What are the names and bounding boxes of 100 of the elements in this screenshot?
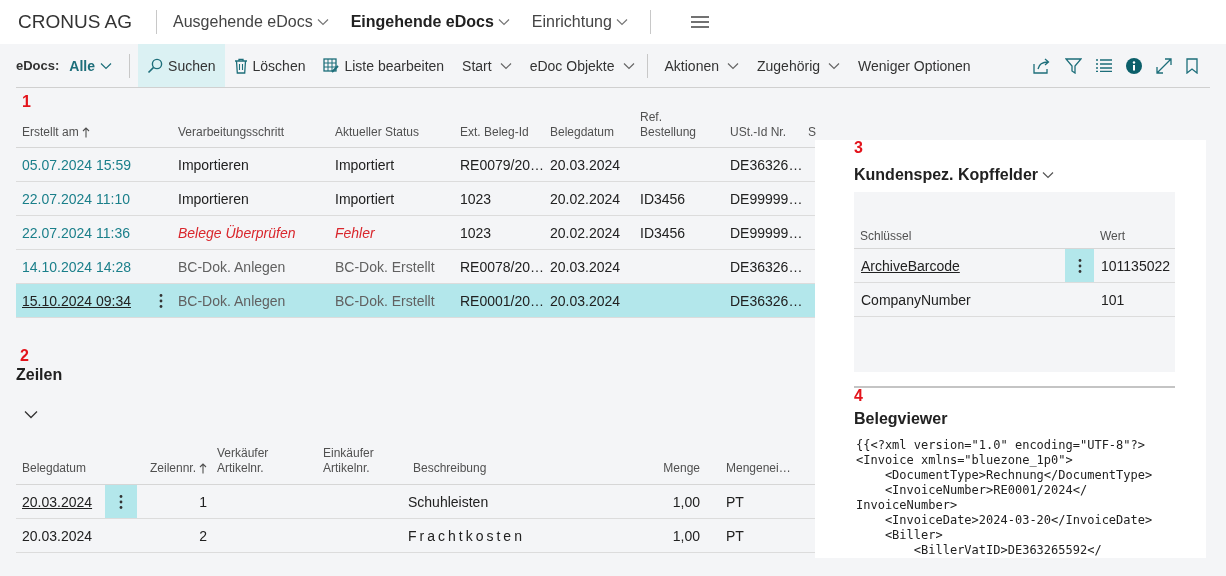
column-header[interactable]: Einkäufer Artikelnr. (306, 446, 396, 476)
column-header[interactable]: Beschreibung (396, 461, 646, 476)
table-row[interactable]: 05.07.2024 15:59 Importieren Importiert RE0079/20… 20.03.2024 DE36326… (16, 148, 815, 182)
sort-ascending-icon (199, 463, 207, 474)
code-line: <InvoiceDate>2024-03-20</InvoiceDate> (883, 513, 1154, 528)
chevron-down-icon (499, 61, 512, 70)
table-cell-text: 20.03.2024 (549, 258, 622, 275)
table-cell-text: RE0001/20… (459, 292, 544, 309)
field-key[interactable]: CompanyNumber (854, 291, 1065, 308)
table-cell-text: 1023 (459, 190, 493, 207)
field-value: 101 (1100, 291, 1126, 308)
section-number: 3 (854, 140, 864, 156)
chevron-down-icon (497, 18, 510, 26)
table-cell-text: 20.03.2024 (549, 156, 622, 173)
toolbar-button[interactable]: Liste bearbeiten (314, 44, 454, 87)
collapse-toggle[interactable] (24, 410, 38, 419)
table-cell-text: 1023 (459, 224, 493, 241)
section-title: Zeilen (16, 366, 64, 384)
table-cell-text: DE36326… (729, 292, 802, 309)
toolbar-button[interactable]: Weniger Optionen (849, 44, 980, 87)
nav-menu[interactable]: Einrichtung (531, 13, 628, 31)
code-line: {{<?xml version="1.0" encoding="UTF-8"?> (856, 438, 1146, 453)
column-header[interactable]: Ref. Bestellung (634, 110, 724, 140)
table-cell-text: BC-Dok. Erstellt (334, 292, 436, 309)
table-row[interactable]: 22.07.2024 11:10 Importieren Importiert 1023 20.02.2024 ID3456 DE99999… (16, 182, 815, 216)
table-cell-text: ID3456 (639, 224, 687, 241)
code-line: <InvoiceNumber>RE0001/2024</ (883, 483, 1089, 498)
filter-dropdown[interactable]: Alle (69, 57, 113, 74)
column-header: Schlüssel (859, 229, 913, 244)
date-link[interactable]: 22.07.2024 11:10 (16, 190, 150, 207)
more-options-icon (159, 292, 163, 309)
table-cell-text: 1,00 (671, 493, 701, 510)
table-cell-text: 1 (198, 493, 208, 510)
toolbar-button[interactable]: Suchen (138, 44, 225, 87)
table-cell-text: DE36326… (729, 258, 802, 275)
column-header[interactable]: Verarbeitungsschritt (172, 125, 329, 140)
table-cell-text: 1,00 (671, 527, 701, 544)
chevron-down-icon (1042, 171, 1054, 179)
column-header[interactable]: S (802, 125, 815, 140)
date-link[interactable]: 20.03.2024 (16, 493, 105, 510)
filter-icon[interactable] (1065, 56, 1082, 75)
search-icon (147, 57, 164, 74)
date-link[interactable]: 14.10.2024 14:28 (16, 258, 150, 275)
date-link[interactable]: 22.07.2024 11:36 (16, 224, 150, 241)
filter-label: eDocs: (16, 58, 60, 73)
sort-ascending-icon (81, 127, 90, 138)
table-cell-text: 20.02.2024 (549, 190, 622, 207)
section-title: Belegviewer (854, 410, 949, 428)
table-cell-text: Frachtkosten (407, 527, 526, 544)
table-cell-text: Importieren (177, 190, 250, 207)
edit-list-icon (323, 58, 340, 73)
bookmark-icon[interactable] (1186, 56, 1198, 75)
table-cell-text: Importiert (334, 156, 396, 173)
column-header[interactable]: Menge (646, 461, 704, 476)
table-cell-text: PT (725, 527, 745, 544)
table-cell-text: ID3456 (639, 190, 687, 207)
toolbar-button[interactable]: eDoc Objekte (520, 44, 644, 87)
table-row[interactable]: 15.10.2024 09:34 BC-Dok. Anlegen BC-Dok. Erstellt RE0001/20… 20.03.2024 DE36326… (16, 284, 815, 318)
column-header[interactable]: Ext. Beleg-Id (454, 125, 544, 140)
table-row[interactable]: 22.07.2024 11:36 Belege Überprüfen Fehler 1023 20.02.2024 ID3456 DE99999… (16, 216, 815, 250)
table-cell-text: Schuhleisten (407, 493, 490, 510)
table-cell-text: RE0078/20… (459, 258, 544, 275)
section-number: 2 (20, 348, 30, 364)
table-cell-text: Importiert (334, 190, 396, 207)
nav-menu[interactable]: Eingehende eDocs (350, 13, 510, 31)
column-header[interactable]: Verkäufer Artikelnr. (211, 446, 306, 476)
info-icon[interactable] (1126, 56, 1142, 75)
chevron-down-icon (727, 61, 739, 70)
table-cell-text: RE0079/20… (459, 156, 544, 173)
table-cell-text: DE99999… (729, 190, 802, 207)
share-icon[interactable] (1033, 56, 1051, 75)
table-cell-text: DE99999… (729, 224, 802, 241)
date-link[interactable]: 05.07.2024 15:59 (16, 156, 150, 173)
toolbar-button[interactable]: Zugehörig (748, 44, 850, 87)
section-number: 1 (22, 94, 32, 110)
column-header[interactable]: Belegdatum (16, 461, 105, 476)
table-cell-text: Fehler (334, 224, 376, 241)
date-link[interactable]: 15.10.2024 09:34 (16, 292, 150, 309)
column-header[interactable]: Aktueller Status (329, 125, 454, 140)
section-title[interactable]: Kundenspez. Kopffelder (854, 166, 1054, 184)
toolbar-button[interactable]: Aktionen (655, 44, 748, 87)
table-cell-text: BC-Dok. Anlegen (177, 258, 287, 275)
field-key[interactable]: ArchiveBarcode (854, 257, 1065, 274)
menu-icon[interactable] (690, 16, 709, 28)
expand-icon[interactable] (1156, 56, 1172, 75)
code-line: InvoiceNumber> (856, 498, 959, 513)
column-header[interactable]: Mengenei… (704, 461, 815, 476)
field-value: 101135022 (1100, 257, 1172, 274)
date-link[interactable]: 20.03.2024 (16, 527, 105, 544)
column-header[interactable]: Zeilennr. (137, 461, 211, 476)
toolbar-button[interactable]: Start (453, 44, 521, 87)
column-header: Wert (1099, 229, 1127, 244)
toolbar-button[interactable]: Löschen (224, 44, 315, 87)
list-icon[interactable] (1096, 56, 1112, 75)
chevron-down-icon (622, 61, 635, 70)
column-header[interactable]: Belegdatum (544, 125, 634, 140)
chevron-down-icon (828, 61, 841, 70)
column-header[interactable]: Erstellt am (16, 125, 150, 140)
nav-menu[interactable]: Ausgehende eDocs (173, 13, 329, 31)
column-header[interactable]: USt.-Id Nr. (724, 125, 802, 140)
